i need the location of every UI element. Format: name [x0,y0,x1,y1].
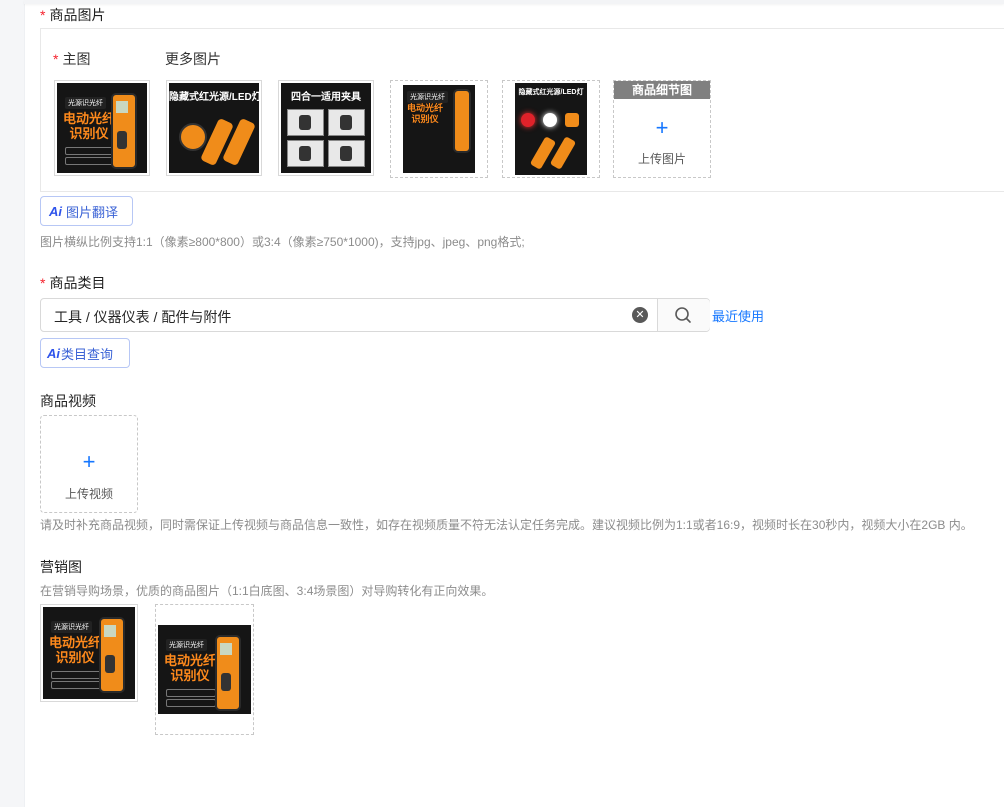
product-image: 隐藏式红光源/LED灯 [169,83,259,173]
category-input[interactable]: 工具 / 仪器仪表 / 配件与附件 ✕ [40,298,710,332]
image-grid [287,109,365,167]
more-image-thumb[interactable]: 隐藏式红光源/LED灯 [166,80,262,176]
image-line [51,681,101,689]
marketing-hint: 在营销导购场景，优质的商品图片（1:1白底图、3:4场景图）对导购转化有正向效果… [40,584,494,598]
image-title: 电动光纤识别仪 [164,653,217,683]
video-label: 商品视频 [40,393,96,409]
ai-category-query-button[interactable]: Ai 类目查询 [40,338,130,368]
more-images-label: 更多图片 [165,51,221,67]
image-title: 电动光纤识别仪 [63,111,116,141]
upload-video-label: 上传视频 [64,487,113,501]
detail-image-header: 商品细节图 [614,81,710,99]
upload-image-label: 上传图片 [637,152,686,166]
video-upload[interactable]: + 上传视频 [40,415,138,513]
clear-icon[interactable]: ✕ [632,307,648,323]
product-image: 光源识光纤 电动光纤识别仪 [57,83,147,173]
image-line [51,671,101,679]
product-image: 隐藏式红光源/LED灯 [515,83,587,175]
red-light-graphic [521,113,535,127]
video-hint: 请及时补充商品视频，同时需保证上传视频与商品信息一致性，如存在视频质量不符无法认… [40,518,973,532]
device-graphic [215,635,241,711]
plus-icon: + [655,115,669,140]
device-graphic [565,113,579,127]
ai-icon: Ai [49,203,62,219]
more-image-thumb[interactable]: 四合一适用夹具 [278,80,374,176]
image-banner: 光源识光纤 [65,97,106,109]
ai-category-query-label: 类目查询 [61,346,114,362]
device-graphic [179,123,207,151]
image-title: 电动光纤识别仪 [49,635,102,665]
ai-image-translate-label: 图片翻译 [66,204,119,220]
device-graphic [99,617,125,693]
image-format-hint: 图片横纵比例支持1:1（像素≥800*800）或3:4（像素≥750*1000)… [40,235,525,249]
image-header: 隐藏式红光源/LED灯 [518,89,584,96]
image-banner: 光源识光纤 [166,639,207,651]
device-graphic [111,93,137,169]
image-line [65,147,115,155]
product-image: 光源识光纤 电动光纤识别仪 [403,85,475,173]
image-title: 电动光纤识别仪 [406,103,443,124]
image-line [65,157,115,165]
main-image-thumb[interactable]: 光源识光纤 电动光纤识别仪 [54,80,150,176]
more-image-thumb[interactable]: 光源识光纤 电动光纤识别仪 [390,80,488,178]
ai-image-translate-button[interactable]: Ai 图片翻译 [40,196,133,226]
image-banner: 光源识光纤 [407,91,448,103]
marketing-label: 营销图 [40,559,82,575]
marketing-image-portrait[interactable]: 光源识光纤 电动光纤识别仪 [155,604,254,735]
top-edge [24,0,1004,4]
white-light-graphic [543,113,557,127]
detail-image-upload[interactable]: 商品细节图 + 上传图片 [613,80,711,178]
main-image-label: * 主图 [53,51,91,67]
more-image-thumb[interactable]: 隐藏式红光源/LED灯 [502,80,600,178]
image-header: 四合一适用夹具 [291,92,361,103]
product-image: 光源识光纤 电动光纤识别仪 [158,625,251,714]
recent-use-link[interactable]: 最近使用 [712,306,764,325]
required-mark: * [53,51,59,67]
product-image: 四合一适用夹具 [281,83,371,173]
required-mark: * [40,275,46,291]
search-icon [675,307,691,323]
ai-icon: Ai [47,345,60,361]
left-gutter [0,0,25,807]
category-value: 工具 / 仪器仪表 / 配件与附件 [54,309,232,325]
image-line [166,689,216,697]
image-banner: 光源识光纤 [51,621,92,633]
category-label: * 商品类目 [40,275,106,291]
product-image: 光源识光纤 电动光纤识别仪 [43,607,135,699]
required-mark: * [40,7,46,23]
product-images-label: * 商品图片 [40,7,106,23]
marketing-image-square[interactable]: 光源识光纤 电动光纤识别仪 [40,604,138,702]
plus-icon: + [82,449,96,474]
image-line [166,699,216,707]
search-button[interactable] [657,299,710,331]
product-images-panel: * 主图 更多图片 光源识光纤 电动光纤识别仪 隐藏式红光源/LED灯 四合一适用… [40,28,1004,192]
image-header: 隐藏式红光源/LED灯 [169,92,259,103]
device-graphic [453,89,471,153]
